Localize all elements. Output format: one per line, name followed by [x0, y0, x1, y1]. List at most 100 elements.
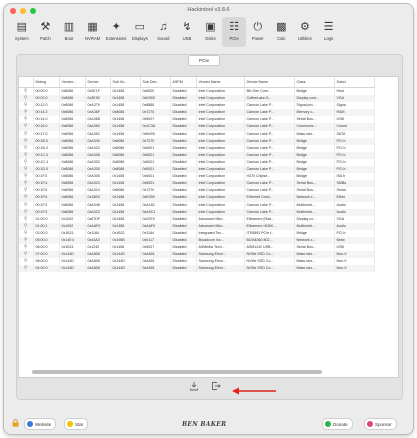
table-cell: 0x67DF: [85, 215, 111, 223]
column-header[interactable]: Device: [85, 77, 111, 88]
table-row[interactable]: ⚲ 00:1B.4 0x8086 0xA32C 0x8086 0x5001 Disabled…: [19, 144, 375, 152]
table-row[interactable]: ⚲ 00:00.0 0x8086 0x3E1F 0x1458 0x5000 Disabled…: [19, 87, 375, 96]
column-header[interactable]: ASPM: [170, 77, 197, 88]
search-icon[interactable]: ⚲: [19, 130, 34, 138]
column-header[interactable]: Subcl: [334, 77, 375, 88]
toolbar-item-extensions[interactable]: ✦ Extensions: [104, 17, 128, 47]
toolbar-item-label: Utilities: [298, 36, 312, 41]
table-row[interactable]: ⚲ 00:1F.3 0x8086 0xA348 0x1458 0xA182 Disabled…: [19, 201, 375, 209]
table-row[interactable]: ⚲ 00:1F.4 0x8086 0xA323 0x1458 0x5001 Disabled…: [19, 180, 375, 188]
table-cell: 0x8086: [110, 158, 141, 167]
table-cell: Advanced Micr...: [196, 222, 245, 230]
table-row[interactable]: ⚲ 06:00.0 0x1B21 0x1242 0x1458 0x5007 Disabled…: [19, 244, 375, 252]
monitor-icon: ▤: [16, 21, 27, 33]
table-row[interactable]: ⚲ 00:1C.0 0x8086 0xA338 0x8086 0x5001 Disabled…: [19, 151, 375, 159]
table-cell: Disabled: [170, 87, 197, 96]
pcie-device-table[interactable]: Debug Vendor... Device Sub Ve... Sub Dev... A…: [18, 76, 399, 378]
table-row[interactable]: ⚲ 04:00.0 0x144D 0xA808 0x144D 0xA801 Disabled…: [19, 265, 375, 273]
table-row[interactable]: ⚲ 00:14.0 0x8086 0xA36D 0x1458 0x5007 Disabled…: [19, 116, 375, 124]
toolbar-item-disks[interactable]: ▣ Disks: [199, 17, 223, 47]
search-icon[interactable]: ⚲: [19, 173, 34, 181]
table-row[interactable]: ⚲ 00:1F.0 0x8086 0xA305 0x1458 0x5001 Disabled…: [19, 173, 375, 181]
column-header[interactable]: Vendor...: [59, 77, 86, 88]
toolbar-item-nvram[interactable]: ▦ NVRAM: [81, 17, 105, 47]
search-icon[interactable]: ⚲: [19, 144, 34, 152]
donate-button[interactable]: Donate: [322, 418, 353, 430]
column-header[interactable]: Device Name: [244, 77, 295, 88]
search-icon[interactable]: ⚲: [19, 251, 34, 259]
search-icon[interactable]: ⚲: [19, 194, 34, 202]
table-row[interactable]: ⚲ 00:02.0 0x8086 0x3E92 0x1458 0xD000 Disabled…: [19, 95, 375, 103]
table-row[interactable]: ⚲ 00:1F.6 0x8086 0x15BC 0x1458 0xE000 Disabled…: [19, 194, 375, 202]
export-icon[interactable]: [188, 380, 200, 392]
search-icon[interactable]: ⚲: [19, 166, 34, 174]
column-header[interactable]: [19, 77, 34, 88]
search-icon[interactable]: ⚲: [19, 187, 34, 195]
search-icon[interactable]: ⚲: [19, 95, 34, 103]
table-cell: Disabled: [170, 130, 197, 138]
search-icon[interactable]: ⚲: [19, 109, 34, 117]
table-row[interactable]: ⚲ 00:17.0 0x8086 0xA352 0x1458 0xB005 Disabled…: [19, 130, 375, 138]
toolbar-item-power[interactable]: ⏻ Power: [246, 17, 270, 47]
table-row[interactable]: ⚲ 00:1F.5 0x8086 0xA324 0x8086 0x7270 Disabled…: [19, 187, 375, 195]
search-icon[interactable]: ⚲: [19, 236, 34, 245]
website-button[interactable]: Website: [24, 418, 57, 430]
table-cell: BCM4360 802...: [244, 236, 295, 245]
toolbar-item-calc[interactable]: ▩ Calc: [270, 17, 294, 47]
toolbar-item-patch[interactable]: ⚒ Patch: [34, 17, 58, 47]
table-row[interactable]: ⚲ 00:1C.4 0x8086 0xA33C 0x8086 0x5001 Disabled…: [19, 158, 375, 167]
search-icon[interactable]: ⚲: [19, 258, 34, 266]
search-icon[interactable]: ⚲: [19, 158, 34, 167]
search-icon[interactable]: ⚲: [19, 102, 34, 110]
table-row[interactable]: ⚲ 00:12.0 0x8086 0xA379 0x1458 0x8888 Disabled…: [19, 102, 375, 110]
table-cell: 0xA379: [85, 102, 111, 110]
column-header[interactable]: Vendor Name: [196, 77, 245, 88]
toolbar-item-pcie[interactable]: ☷ PCIe: [222, 17, 246, 47]
search-icon[interactable]: ⚲: [19, 265, 34, 273]
toolbar-item-displays[interactable]: ▭ Displays: [128, 17, 152, 47]
table-cell: Serial Bus...: [294, 244, 335, 252]
toolbar-item-boot[interactable]: ▥ Boot: [57, 17, 81, 47]
table-row[interactable]: ⚲ 00:16.0 0x8086 0xA360 0x1458 0x1C3A Disabled…: [19, 123, 375, 131]
table-row[interactable]: ⚲ 07:00.0 0x144D 0xA808 0x144D 0xA801 Disabled…: [19, 251, 375, 259]
toolbar-item-usb[interactable]: ↯ USB: [175, 17, 199, 47]
table-row[interactable]: ⚲ 02:00.0 0x1B21 0x1184 0x1B21 0x1184 Disabled…: [19, 229, 375, 237]
tab-pcie[interactable]: PCIe: [188, 55, 220, 66]
search-icon[interactable]: ⚲: [19, 229, 34, 237]
table-row[interactable]: ⚲ 05:00.0 0x14E4 0x43A0 0x106B 0x0117 Disabled…: [19, 236, 375, 245]
star-button[interactable]: Star: [64, 418, 89, 430]
toolbar-item-utilities[interactable]: ⚙ Utilities: [293, 17, 317, 47]
toolbar-item-system[interactable]: ▤ System: [10, 17, 34, 47]
search-icon[interactable]: ⚲: [19, 116, 34, 124]
search-icon[interactable]: ⚲: [19, 123, 34, 131]
column-header[interactable]: Class: [294, 77, 335, 88]
table-cell: Intel Corporation: [196, 109, 245, 117]
toolbar-item-sound[interactable]: ♫ Sound: [152, 17, 176, 47]
search-icon[interactable]: ⚲: [19, 222, 34, 230]
table-row[interactable]: ⚲ 01:00.1 0x1002 0xAAF0 0x1458 0xAAF0 Disabled…: [19, 222, 375, 230]
lock-icon[interactable]: [12, 419, 19, 427]
table-row[interactable]: ⚲ 01:00.0 0x1002 0x67DF 0x1458 0x22E0 Disabled…: [19, 215, 375, 223]
table-row[interactable]: ⚲ 00:1D.0 0x8086 0xA330 0x8086 0x5001 Disabled…: [19, 166, 375, 174]
sponsor-button[interactable]: Sponsor: [364, 418, 397, 430]
search-icon[interactable]: ⚲: [19, 180, 34, 188]
table-row[interactable]: ⚲ 00:1F.3 0x8086 0xA323 0x1458 0xA0C1 Disabled…: [19, 208, 375, 216]
table-row[interactable]: ⚲ 00:1B.0 0x8086 0xA340 0x8086 0x7270 Disabled…: [19, 137, 375, 145]
table-cell: 07:00.0: [33, 251, 60, 259]
search-icon[interactable]: ⚲: [19, 201, 34, 209]
column-header[interactable]: Sub Ve...: [110, 77, 141, 88]
search-icon[interactable]: ⚲: [19, 215, 34, 223]
search-icon[interactable]: ⚲: [19, 137, 34, 145]
exit-icon[interactable]: [210, 380, 222, 392]
search-icon[interactable]: ⚲: [19, 244, 34, 252]
search-icon[interactable]: ⚲: [19, 208, 34, 216]
table-cell: 0x8086: [59, 144, 86, 152]
column-header[interactable]: Sub Dev...: [140, 77, 171, 88]
column-header[interactable]: Debug: [33, 77, 60, 88]
table-row[interactable]: ⚲ 00:14.2 0x8086 0xA36F 0x8086 0x7270 Disabled…: [19, 109, 375, 117]
table-row[interactable]: ⚲ 08:00.0 0x144D 0xA808 0x144D 0xA801 Disabled…: [19, 258, 375, 266]
toolbar-item-logs[interactable]: ☰ Logs: [317, 17, 341, 47]
horizontal-scrollbar[interactable]: [32, 370, 322, 374]
search-icon[interactable]: ⚲: [19, 151, 34, 159]
search-icon[interactable]: ⚲: [19, 87, 34, 96]
